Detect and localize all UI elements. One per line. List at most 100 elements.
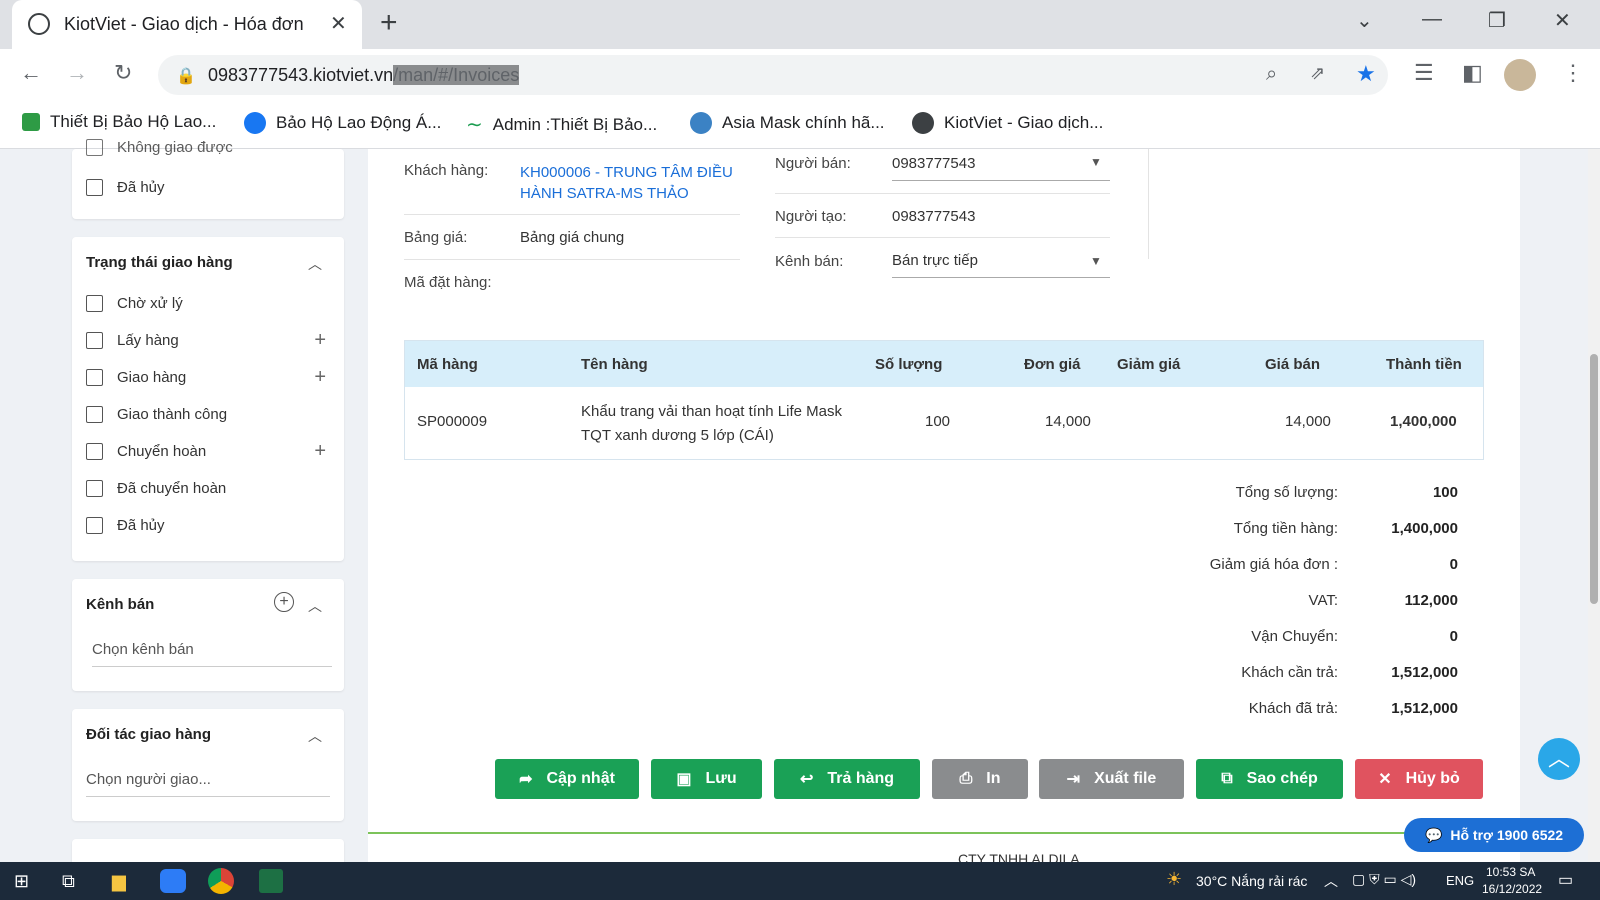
status-item[interactable]: Giao hàng + [86, 359, 330, 396]
checkbox[interactable] [86, 295, 103, 312]
window-close-icon[interactable]: ✕ [1554, 8, 1571, 33]
update-button[interactable]: ➦ Cập nhật [495, 759, 639, 799]
chrome-icon[interactable] [208, 868, 234, 894]
status-item[interactable]: Lấy hàng + [86, 322, 330, 359]
share-icon[interactable]: ⇗ [1310, 63, 1325, 84]
zalo-icon[interactable] [160, 869, 186, 893]
chat-bubble-icon: 💬 [1424, 826, 1443, 843]
bookmark-0[interactable]: Thiết Bị Bảo Hộ Lao... [22, 112, 216, 132]
divider [404, 214, 740, 215]
chevron-up-icon[interactable]: ︿ [308, 254, 322, 274]
summary-label: Tổng tiền hàng: [1233, 520, 1338, 537]
copy-button[interactable]: ⧉ Sao chép [1196, 759, 1343, 799]
media-icon[interactable]: ☰ [1414, 60, 1434, 86]
checkbox[interactable] [86, 406, 103, 423]
close-icon[interactable]: ✕ [330, 11, 347, 36]
chevron-up-icon[interactable]: ︿ [308, 596, 322, 616]
profile-avatar[interactable] [1504, 59, 1536, 91]
url-text[interactable]: 0983777543.kiotviet.vn/man/#/Invoices [208, 65, 520, 86]
caret-down-icon[interactable]: ▼ [1090, 155, 1102, 169]
items-table: Mã hàng Tên hàng Số lượng Đơn giá Giảm g… [404, 340, 1484, 460]
support-label: Hỗ trợ 1900 6522 [1450, 827, 1564, 843]
channel-select[interactable]: Bán trực tiếp [892, 252, 978, 269]
windows-taskbar: ⊞ ⧉ ▆ ☀ 30°C Nắng rải rác ︿ ▢ ⛨ ▭ ◁) ENG… [0, 862, 1600, 900]
status-item[interactable]: Chờ xử lý [86, 285, 330, 322]
print-button[interactable]: ⎙ In [932, 759, 1028, 799]
status-item[interactable]: Giao thành công [86, 396, 330, 433]
channel-select[interactable]: Chọn kênh bán [92, 641, 332, 667]
tray-icons[interactable]: ▢ ⛨ ▭ ◁) [1352, 871, 1416, 888]
summary-value: 0 [1449, 628, 1458, 645]
browser-tab[interactable]: KiotViet - Giao dịch - Hóa đơn ✕ [12, 0, 362, 49]
menu-kebab-icon[interactable]: ⋮ [1562, 60, 1584, 86]
page-scrollbar[interactable] [1588, 149, 1600, 862]
weather-text[interactable]: 30°C Nắng rải rác [1196, 873, 1307, 889]
windows-start-icon[interactable]: ⊞ [14, 871, 29, 892]
language-indicator[interactable]: ENG [1446, 873, 1474, 888]
clock-date[interactable]: 16/12/2022 [1482, 882, 1542, 896]
return-button[interactable]: ↩ Trả hàng [774, 759, 920, 799]
reload-icon[interactable]: ↻ [114, 60, 132, 86]
zoom-icon[interactable]: ⌕ [1266, 63, 1277, 86]
checkbox[interactable] [86, 443, 103, 460]
expand-plus-icon[interactable]: + [314, 366, 326, 389]
checkbox[interactable] [86, 179, 103, 196]
chevron-up-icon[interactable]: ︿ [308, 726, 322, 746]
filter-row[interactable]: Đã hủy [86, 169, 165, 206]
bookmark-1[interactable]: Bảo Hộ Lao Động Á... [244, 112, 441, 134]
chevron-up-icon: ︿ [1547, 746, 1570, 771]
status-item[interactable]: Chuyển hoàn + [86, 433, 330, 470]
add-circle-icon[interactable]: + [274, 592, 294, 612]
export-file-button[interactable]: ⇥ Xuất file [1039, 759, 1184, 799]
filter-panel-delivery-status: Trạng thái giao hàng ︿ Chờ xử lý Lấy hàn… [72, 237, 344, 561]
bookmark-2[interactable]: ∼ Admin :Thiết Bị Bảo... [466, 112, 657, 137]
scrollbar-thumb[interactable] [1590, 354, 1598, 604]
clock-time[interactable]: 10:53 SA [1486, 865, 1535, 879]
scroll-to-top-button[interactable]: ︿ [1538, 738, 1580, 780]
filter-panel-partner: Đối tác giao hàng ︿ Chọn người giao... [72, 709, 344, 821]
close-x-icon: ✕ [1378, 771, 1392, 788]
support-hotline-button[interactable]: 💬 Hỗ trợ 1900 6522 [1404, 818, 1584, 852]
tab-search-icon[interactable]: ⌄ [1356, 8, 1373, 33]
checkbox[interactable] [86, 138, 103, 156]
status-item[interactable]: Đã chuyển hoàn [86, 470, 330, 507]
maximize-icon[interactable]: ❐ [1488, 8, 1506, 33]
filter-row[interactable]: Không giao được [86, 135, 233, 159]
checkbox[interactable] [86, 332, 103, 349]
save-button[interactable]: ▣ Lưu [651, 759, 762, 799]
partner-select[interactable]: Chọn người giao... [86, 771, 330, 797]
panel-title: Kênh bán [86, 596, 155, 613]
bookmark-3[interactable]: Asia Mask chính hã... [690, 112, 885, 134]
bookmark-label: KiotViet - Giao dịch... [944, 113, 1104, 132]
cancel-invoice-button[interactable]: ✕ Hủy bỏ [1355, 759, 1483, 799]
expand-plus-icon[interactable]: + [314, 329, 326, 352]
excel-icon[interactable] [259, 869, 283, 893]
side-panel-icon[interactable]: ◧ [1462, 60, 1483, 86]
address-bar[interactable]: 🔒 0983777543.kiotviet.vn/man/#/Invoices … [158, 55, 1388, 95]
tray-chevron-icon[interactable]: ︿ [1324, 871, 1338, 891]
checkbox[interactable] [86, 369, 103, 386]
file-explorer-icon[interactable]: ▆ [112, 871, 126, 892]
minimize-icon[interactable]: — [1422, 8, 1442, 31]
product-code-link[interactable]: SP000009 [417, 413, 487, 430]
customer-link[interactable]: KH000006 - TRUNG TÂM ĐIỀU HÀNH SATRA-MS … [520, 162, 750, 204]
task-view-icon[interactable]: ⧉ [62, 871, 75, 892]
new-tab-icon[interactable]: + [380, 6, 398, 40]
caret-down-icon[interactable]: ▼ [1090, 254, 1102, 268]
forward-icon[interactable]: → [66, 60, 88, 86]
col-header-sale-price: Giá bán [1265, 356, 1321, 373]
table-row[interactable]: SP000009 Khẩu trang vải than hoạt tính L… [405, 387, 1483, 459]
notification-icon[interactable]: ▭ [1558, 870, 1573, 890]
seller-select[interactable]: 0983777543 [892, 155, 975, 172]
bookmark-star-icon[interactable]: ★ [1356, 61, 1376, 87]
back-icon[interactable]: ← [20, 60, 42, 86]
checkbox[interactable] [86, 517, 103, 534]
status-item[interactable]: Đã hủy [86, 507, 330, 544]
status-label: Đã hủy [117, 517, 165, 534]
asia-safe-logo-icon [22, 113, 40, 131]
bookmark-4[interactable]: KiotViet - Giao dịch... [912, 112, 1103, 134]
summary-value: 112,000 [1404, 592, 1458, 609]
checkbox[interactable] [86, 480, 103, 497]
expand-plus-icon[interactable]: + [314, 440, 326, 463]
url-host: 0983777543.kiotviet.vn [208, 65, 394, 85]
